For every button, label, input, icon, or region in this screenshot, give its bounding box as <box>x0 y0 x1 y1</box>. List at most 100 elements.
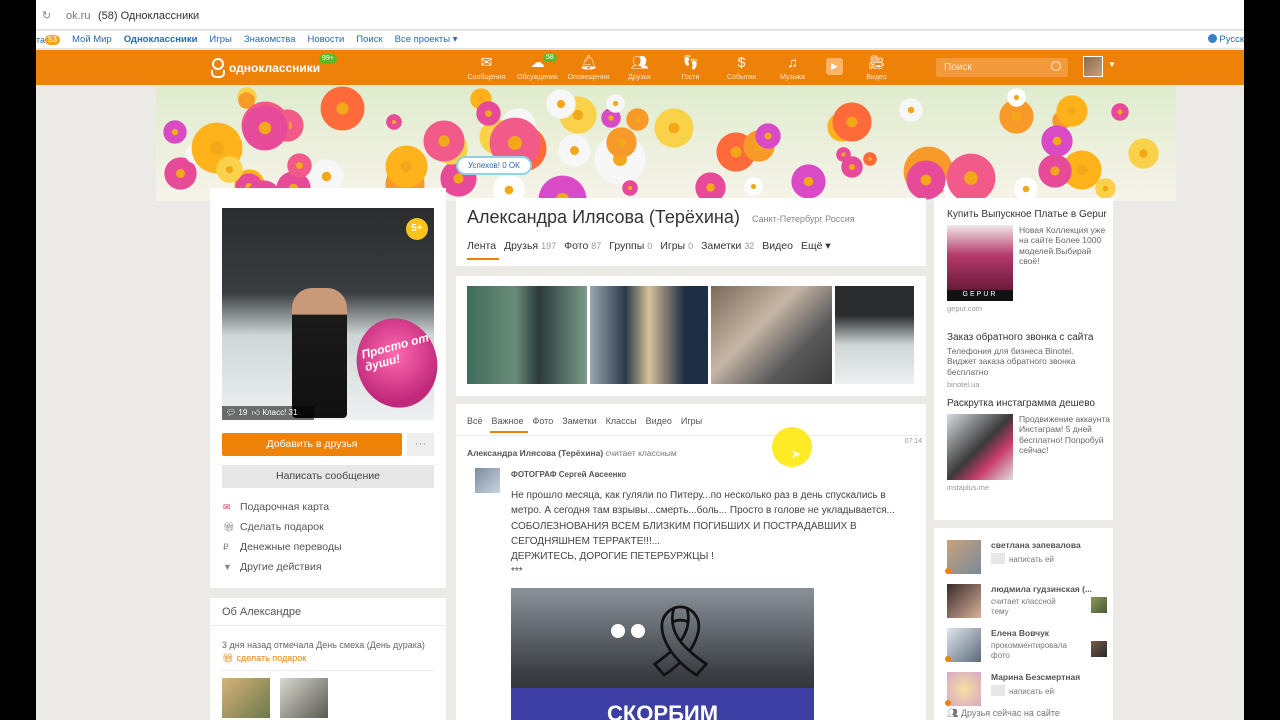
ad-source[interactable]: binotel.ua <box>947 380 1097 389</box>
feed-tab-photo[interactable]: Фото <box>533 416 554 426</box>
five-plus-badge[interactable]: 5+ <box>406 218 428 240</box>
friend-name[interactable]: Елена Вовчук <box>991 628 1101 638</box>
action-gift-card[interactable]: ✉ Подарочная карта <box>223 500 342 520</box>
portal-item-ok[interactable]: Одноклассники <box>124 34 198 45</box>
ok-logo[interactable]: одноклассники 99+ <box>209 54 337 79</box>
portal-item-games[interactable]: Игры <box>209 34 231 45</box>
logo-count-badge: 99+ <box>319 54 337 64</box>
user-avatar[interactable] <box>1083 56 1103 77</box>
friend-avatar[interactable] <box>947 584 981 618</box>
friend-write[interactable]: написать ей <box>991 553 1065 565</box>
friend-content-thumb[interactable] <box>1091 641 1107 657</box>
ad-image[interactable]: GEPUR <box>947 225 1013 301</box>
friend-name[interactable]: Марина Безсмертная <box>991 672 1101 682</box>
ad-block[interactable]: Раскрутка инстаграмма дешево Продвижение… <box>947 398 1113 492</box>
divider <box>456 435 926 436</box>
about-thumb[interactable] <box>222 678 270 718</box>
friend-write[interactable]: написать ей <box>991 685 1065 697</box>
language-switch[interactable]: Русск <box>1208 34 1244 45</box>
feed-tab-games[interactable]: Игры <box>681 416 702 426</box>
feed-tab-all[interactable]: Всё <box>467 416 483 426</box>
feed-tab-klass[interactable]: Классы <box>606 416 637 426</box>
activity-header: Александра Илясова (Терёхина) считает кл… <box>467 448 677 458</box>
tab-more[interactable]: Ещё ▾ <box>801 240 831 252</box>
nav-events[interactable]: $ События <box>716 52 767 81</box>
ad-source[interactable]: instaplus.me <box>947 483 1113 492</box>
reload-icon[interactable]: ↻ <box>42 9 51 22</box>
portal-nav: Мой Мир Одноклассники Игры Знакомства Но… <box>72 34 457 45</box>
portal-item-search[interactable]: Поиск <box>356 34 382 45</box>
nav-friends[interactable]: 👥︎ Друзья <box>614 52 665 81</box>
tab-photos[interactable]: Фото 87 <box>564 240 601 252</box>
add-friend-button[interactable]: Добавить в друзья <box>222 433 402 456</box>
tab-label: Заметки <box>701 240 742 252</box>
gift-icon: 🎁︎ <box>223 522 235 532</box>
photo-thumb[interactable] <box>590 286 708 384</box>
activity-author[interactable]: Александра Илясова (Терёхина) <box>467 448 603 458</box>
friend-avatar[interactable] <box>947 540 981 574</box>
nav-discussions[interactable]: ☁ 58 Обсуждения <box>512 52 563 81</box>
photo-thumb[interactable] <box>711 286 832 384</box>
friend-item[interactable]: Елена Вовчук прокомментировала фото <box>945 628 1107 668</box>
friends-online-link[interactable]: 👥︎ Друзья сейчас на сайте <box>947 708 1060 719</box>
nav-video[interactable]: 🎥︎ Видео <box>851 52 902 81</box>
flower-decoration <box>744 177 763 196</box>
tab-feed[interactable]: Лента <box>467 240 500 260</box>
action-make-gift[interactable]: 🎁︎ Сделать подарок <box>223 520 342 540</box>
portal-cut-label[interactable]: та <box>36 35 45 45</box>
ad-source[interactable]: gepur.com <box>947 304 1113 313</box>
feed-tab-notes[interactable]: Заметки <box>562 416 596 426</box>
flower-decoration <box>654 108 694 148</box>
tab-friends[interactable]: Друзья 197 <box>504 240 556 252</box>
url-text[interactable]: ok.ru <box>66 10 90 22</box>
nav-music[interactable]: ♫ Музыка <box>767 52 818 81</box>
ad-title[interactable]: Заказ обратного звонка с сайта <box>947 332 1097 344</box>
action-money-transfer[interactable]: ₽ Денежные переводы <box>223 540 342 560</box>
nav-guests[interactable]: 👣︎ Гости <box>665 52 716 81</box>
about-gift-link[interactable]: 🎁︎ сделать подарок <box>222 653 306 664</box>
nav-notifications[interactable]: 🔔︎ Оповещения <box>563 52 614 81</box>
tab-notes[interactable]: Заметки 32 <box>701 240 754 252</box>
friend-content-thumb[interactable] <box>1091 597 1107 613</box>
tab-groups[interactable]: Группы 0 <box>609 240 652 252</box>
photo-thumb[interactable] <box>467 286 587 384</box>
about-title: Об Александре <box>222 606 302 618</box>
photo-thumb[interactable] <box>835 286 914 384</box>
portal-item-all-projects[interactable]: Все проекты ▾ <box>395 34 458 45</box>
search-input[interactable]: Поиск <box>936 58 1068 77</box>
post-author-avatar[interactable] <box>475 468 500 493</box>
post-image[interactable]: 🎗︎ СКОРБИМ <box>511 588 814 720</box>
ad-title[interactable]: Раскрутка инстаграмма дешево <box>947 398 1113 410</box>
action-other[interactable]: ▼ Другие действия <box>223 560 342 580</box>
chevron-down-icon[interactable]: ▼ <box>1108 60 1116 69</box>
flower-decoration <box>320 86 365 131</box>
ad-title[interactable]: Купить Выпускное Платье в Gepur <box>947 209 1113 221</box>
friend-avatar[interactable] <box>947 672 981 706</box>
about-thumb[interactable] <box>280 678 328 718</box>
friend-avatar[interactable] <box>947 628 981 662</box>
friend-item[interactable]: людмила гудзинская (... считает классной… <box>947 584 1107 624</box>
friend-name[interactable]: людмила гудзинская (... <box>991 584 1101 594</box>
more-button[interactable]: ··· <box>407 433 434 456</box>
nav-messages[interactable]: ✉ Сообщения <box>461 52 512 81</box>
portal-item-mymir[interactable]: Мой Мир <box>72 34 112 45</box>
tab-video[interactable]: Видео <box>762 240 793 252</box>
friend-item[interactable]: светлана запевалова написать ей <box>945 540 1107 580</box>
tab-games[interactable]: Игры 0 <box>660 240 693 252</box>
ad-image[interactable] <box>947 414 1013 480</box>
profile-photo[interactable]: Просто от души! 5+ 💬︎ 19 👍︎ Класс! 31 <box>222 208 448 420</box>
feed-tab-video[interactable]: Видео <box>646 416 672 426</box>
post-author-name[interactable]: ФОТОГРАФ Сергей Авсеенко <box>511 470 626 479</box>
feed-tab-important[interactable]: Важное <box>489 416 528 433</box>
send-message-button[interactable]: Написать сообщение <box>222 465 434 488</box>
portal-item-news[interactable]: Новости <box>308 34 345 45</box>
search-icon[interactable] <box>1051 61 1061 71</box>
friend-item[interactable]: Марина Безсмертная написать ей <box>945 672 1107 712</box>
success-wish-badge[interactable]: Успехов! 0 ОК <box>456 156 532 175</box>
friend-name[interactable]: светлана запевалова <box>991 540 1101 550</box>
portal-item-dating[interactable]: Знакомства <box>244 34 296 45</box>
ad-block[interactable]: Заказ обратного звонка с сайта Телефония… <box>947 332 1097 389</box>
play-icon[interactable]: ▶ <box>826 58 843 75</box>
friends-online-label: Друзья сейчас на сайте <box>960 708 1060 718</box>
ad-block[interactable]: Купить Выпускное Платье в Gepur GEPUR Но… <box>947 209 1113 313</box>
